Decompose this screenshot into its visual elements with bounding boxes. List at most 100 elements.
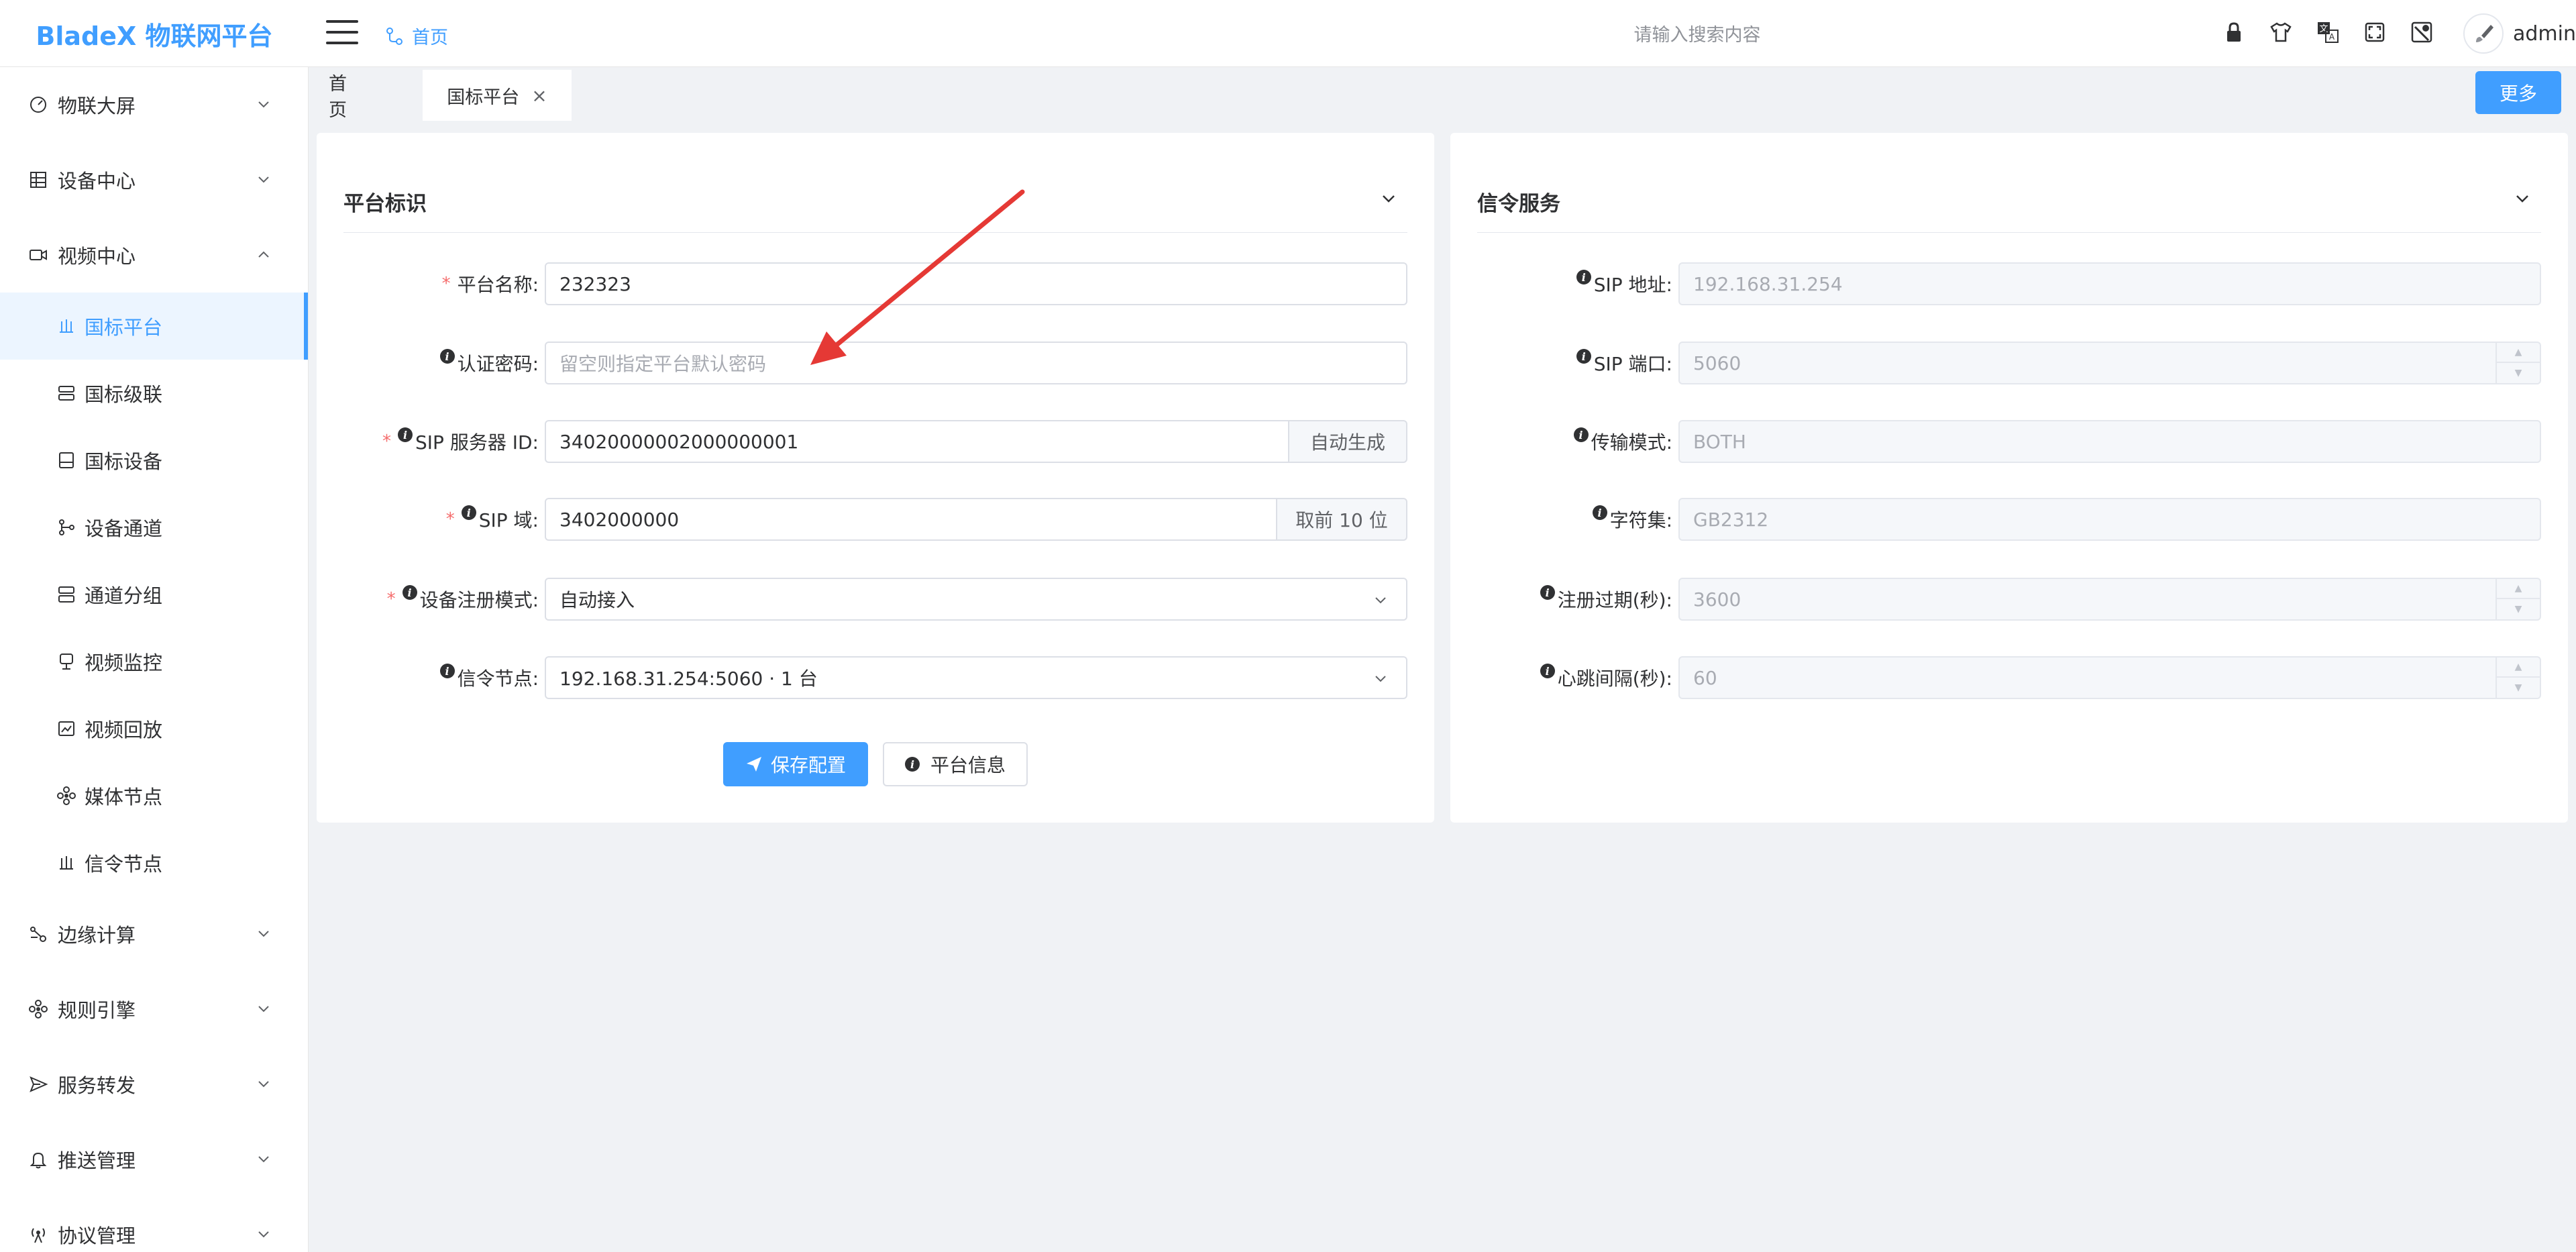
stepper-down-icon[interactable]: ▼ xyxy=(2497,599,2540,619)
info-icon[interactable]: i xyxy=(1576,349,1591,364)
field-label: * i 设备注册模式: xyxy=(387,578,539,621)
sidebar-item-device-center[interactable]: 设备中心 xyxy=(0,142,308,217)
top-search-input[interactable]: 请输入搜索内容 xyxy=(1543,20,1851,46)
info-icon[interactable]: i xyxy=(461,505,476,520)
breadcrumb-home[interactable]: 首页 xyxy=(412,23,448,49)
tab-gb-platform[interactable]: 国标平台 × xyxy=(423,70,572,121)
stepper-up-icon[interactable]: ▲ xyxy=(2497,579,2540,599)
input-value: 60 xyxy=(1693,666,1717,689)
register-mode-select[interactable]: 自动接入 xyxy=(545,578,1407,621)
sip-address-input[interactable]: 192.168.31.254 xyxy=(1678,262,2541,305)
field-label: * 平台名称: xyxy=(442,262,539,305)
sip-domain-input[interactable]: 3402000000 xyxy=(545,498,1277,541)
group-icon xyxy=(55,583,78,606)
auth-password-input[interactable]: 留空则指定平台默认密码 xyxy=(545,342,1407,384)
info-icon[interactable]: i xyxy=(439,349,455,364)
close-icon[interactable]: × xyxy=(531,85,547,107)
info-icon[interactable]: i xyxy=(1540,664,1555,678)
field-label: i 字符集: xyxy=(1592,498,1672,541)
charset-input[interactable]: GB2312 xyxy=(1678,498,2541,541)
sidebar-item-protocol-management[interactable]: 协议管理 xyxy=(0,1197,308,1252)
chevron-down-icon[interactable] xyxy=(2512,188,2533,209)
info-icon[interactable]: i xyxy=(439,664,455,678)
chevron-down-icon[interactable] xyxy=(1378,188,1399,209)
hamburger-menu-icon[interactable] xyxy=(326,20,358,47)
chevron-down-icon xyxy=(258,176,269,183)
form-row-register-expire: i 注册过期(秒): 3600 ▲ ▼ xyxy=(1450,578,2568,621)
sip-port-input[interactable]: 5060 ▲ ▼ xyxy=(1678,342,2541,384)
signal-node-select[interactable]: 192.168.31.254:5060 · 1 台 xyxy=(545,656,1407,699)
save-config-button[interactable]: 保存配置 xyxy=(723,742,868,786)
rule-icon xyxy=(27,998,50,1021)
sidebar-item-label: 边缘计算 xyxy=(58,924,136,947)
sidebar-item-signal-node[interactable]: 信令节点 xyxy=(0,829,308,896)
brush-icon xyxy=(2476,25,2493,42)
form-row-register-mode: * i 设备注册模式: 自动接入 xyxy=(317,578,1434,621)
fullscreen-icon[interactable] xyxy=(2361,19,2388,46)
label-text: SIP 端口: xyxy=(1593,353,1672,375)
number-stepper[interactable]: ▲ ▼ xyxy=(2496,579,2540,619)
sidebar-item-video-center[interactable]: 视频中心 xyxy=(0,217,308,293)
number-stepper[interactable]: ▲ ▼ xyxy=(2496,343,2540,383)
stepper-down-icon[interactable]: ▼ xyxy=(2497,363,2540,383)
auto-generate-button[interactable]: 自动生成 xyxy=(1289,420,1407,463)
register-expire-input[interactable]: 3600 ▲ ▼ xyxy=(1678,578,2541,621)
heartbeat-input[interactable]: 60 ▲ ▼ xyxy=(1678,656,2541,699)
sidebar-item-service-forward[interactable]: 服务转发 xyxy=(0,1047,308,1122)
cascade-icon xyxy=(55,382,78,405)
breadcrumb[interactable]: 首页 xyxy=(385,23,448,49)
sidebar-item-video-monitor[interactable]: 视频监控 xyxy=(0,628,308,695)
chevron-down-icon xyxy=(258,101,269,108)
app-logo[interactable]: BladeX 物联网平台 xyxy=(0,0,309,67)
info-icon[interactable]: i xyxy=(402,585,417,600)
sidebar-item-gb-device[interactable]: 国标设备 xyxy=(0,427,308,494)
lock-icon[interactable] xyxy=(2220,19,2247,46)
translate-icon[interactable]: 文A xyxy=(2314,19,2341,46)
platform-icon xyxy=(55,315,78,337)
stepper-up-icon[interactable]: ▲ xyxy=(2497,343,2540,363)
select-value: 192.168.31.254:5060 · 1 台 xyxy=(559,668,818,690)
tab-home[interactable]: 首页 xyxy=(329,70,357,121)
info-icon[interactable]: i xyxy=(1573,427,1589,442)
sidebar-item-gb-cascade[interactable]: 国标级联 xyxy=(0,360,308,427)
sidebar-item-edge-computing[interactable]: 边缘计算 xyxy=(0,896,308,972)
dashboard-icon xyxy=(27,93,50,116)
transport-mode-input[interactable]: BOTH xyxy=(1678,420,2541,463)
sidebar-item-label: 规则引擎 xyxy=(58,999,136,1022)
monitor-icon xyxy=(55,650,78,673)
sidebar-item-label: 信令节点 xyxy=(85,853,163,876)
label-text: 心跳间隔(秒): xyxy=(1557,668,1672,690)
info-icon[interactable]: i xyxy=(1592,505,1607,520)
svg-text:A: A xyxy=(2329,32,2335,42)
sidebar-item-media-node[interactable]: 媒体节点 xyxy=(0,762,308,829)
stepper-down-icon[interactable]: ▼ xyxy=(2497,678,2540,698)
sidebar-item-channel-group[interactable]: 通道分组 xyxy=(0,561,308,628)
stepper-up-icon[interactable]: ▲ xyxy=(2497,658,2540,678)
theme-icon[interactable] xyxy=(2408,19,2435,46)
info-icon[interactable]: i xyxy=(1540,585,1555,600)
sidebar-item-device-channel[interactable]: 设备通道 xyxy=(0,494,308,561)
forward-icon xyxy=(27,1073,50,1096)
number-stepper[interactable]: ▲ ▼ xyxy=(2496,658,2540,698)
more-button[interactable]: 更多 xyxy=(2475,71,2561,114)
field-label: i 信令节点: xyxy=(439,656,539,699)
sidebar-item-video-playback[interactable]: 视频回放 xyxy=(0,695,308,762)
sidebar-item-iot-screen[interactable]: 物联大屏 xyxy=(0,67,308,142)
username[interactable]: admin xyxy=(2513,22,2576,46)
info-icon[interactable]: i xyxy=(398,427,413,442)
shirt-icon[interactable] xyxy=(2267,19,2294,46)
chevron-down-icon xyxy=(258,931,269,937)
form-row-transport: i 传输模式: BOTH xyxy=(1450,420,2568,463)
platform-info-button[interactable]: i 平台信息 xyxy=(883,742,1028,786)
sip-server-id-input[interactable]: 34020000002000000001 xyxy=(545,420,1289,463)
divider xyxy=(343,232,1407,233)
sidebar-item-rule-engine[interactable]: 规则引擎 xyxy=(0,972,308,1047)
sidebar-item-push-management[interactable]: 推送管理 xyxy=(0,1122,308,1197)
form-row-platform-name: * 平台名称: 232323 xyxy=(317,262,1434,305)
platform-name-input[interactable]: 232323 xyxy=(545,262,1407,305)
input-value: 3600 xyxy=(1693,588,1741,611)
take-first-10-button[interactable]: 取前 10 位 xyxy=(1277,498,1407,541)
info-icon[interactable]: i xyxy=(1576,270,1591,284)
sidebar-item-gb-platform[interactable]: 国标平台 xyxy=(0,293,308,360)
avatar[interactable] xyxy=(2463,13,2504,54)
